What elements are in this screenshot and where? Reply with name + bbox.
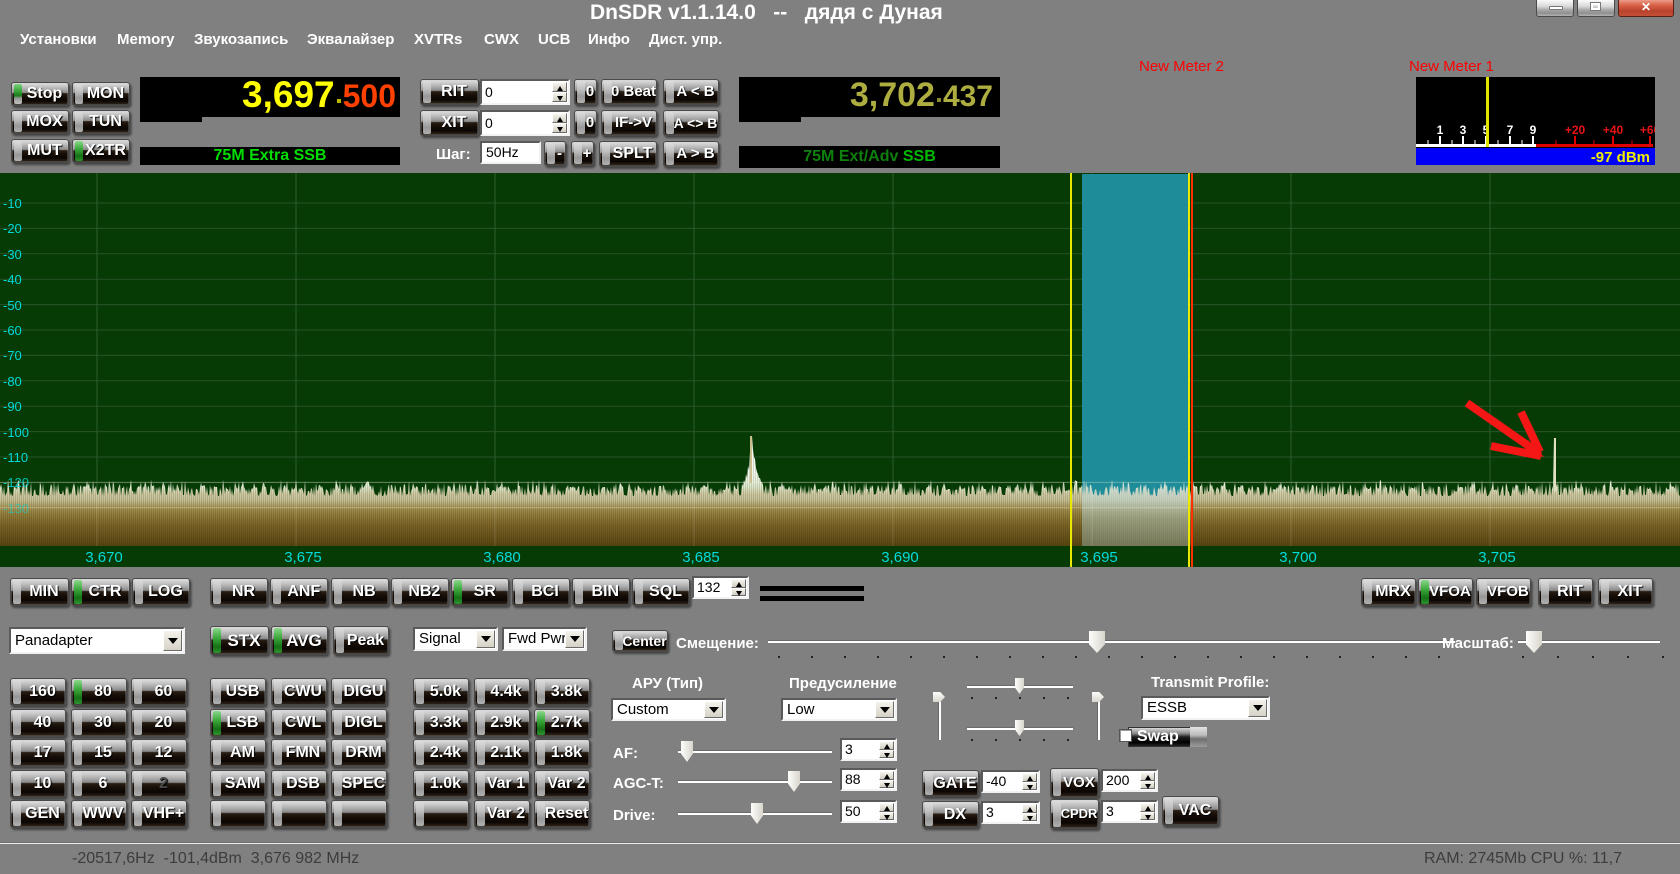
svg-text:3,675: 3,675 [284, 549, 322, 566]
svg-text:+60: +60 [1640, 123, 1661, 137]
svg-text:1: 1 [1437, 123, 1444, 137]
svg-text:3,700: 3,700 [1279, 549, 1317, 566]
svg-text:3,705: 3,705 [1478, 549, 1516, 566]
svg-text:-60: -60 [3, 323, 22, 338]
svg-text:-110: -110 [3, 450, 28, 465]
svg-text:-130: -130 [3, 501, 29, 516]
svg-text:+20: +20 [1565, 123, 1586, 137]
svg-text:3: 3 [1460, 123, 1467, 137]
svg-text:3,680: 3,680 [483, 549, 521, 566]
svg-text:-40: -40 [3, 272, 22, 287]
svg-text:-97 dBm: -97 dBm [1591, 149, 1650, 166]
svg-text:3,685: 3,685 [682, 549, 720, 566]
svg-text:-30: -30 [3, 247, 22, 262]
svg-text:+40: +40 [1603, 123, 1624, 137]
svg-text:-10: -10 [3, 196, 22, 211]
svg-text:-80: -80 [3, 374, 22, 389]
svg-text:3,695: 3,695 [1080, 549, 1118, 566]
svg-text:-100: -100 [3, 425, 29, 440]
svg-text:7: 7 [1507, 123, 1514, 137]
svg-text:3,670: 3,670 [85, 549, 123, 566]
svg-text:9: 9 [1530, 123, 1537, 137]
svg-text:-20: -20 [3, 221, 22, 236]
svg-text:-70: -70 [3, 348, 22, 363]
svg-text:-120: -120 [3, 475, 29, 490]
svg-text:3,690: 3,690 [881, 549, 919, 566]
svg-text:-50: -50 [3, 298, 22, 313]
svg-text:-90: -90 [3, 399, 22, 414]
